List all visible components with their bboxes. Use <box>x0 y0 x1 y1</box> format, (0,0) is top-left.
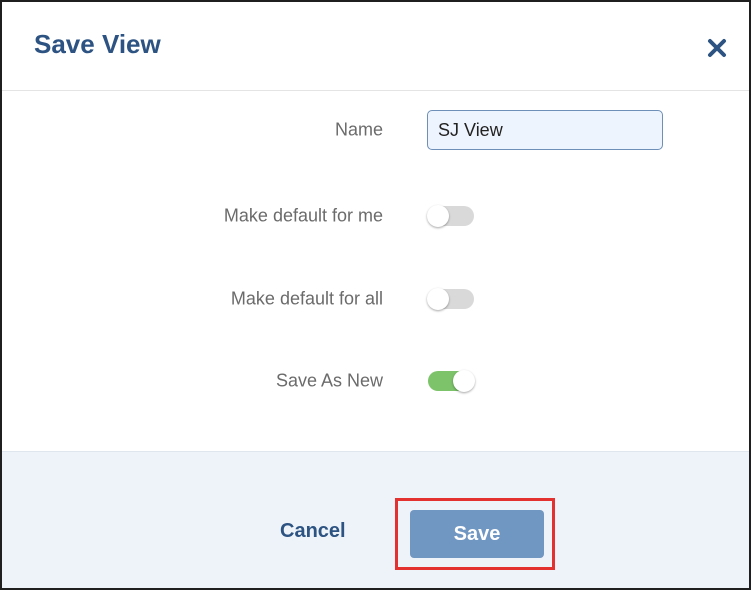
dialog-footer: Cancel Save <box>2 451 749 588</box>
name-input[interactable] <box>427 110 663 150</box>
toggle-knob <box>427 288 449 310</box>
default-for-me-toggle[interactable] <box>427 205 474 227</box>
toggle-knob <box>453 370 475 392</box>
close-icon[interactable] <box>705 36 729 60</box>
toggle-knob <box>427 205 449 227</box>
save-view-dialog: Save View Name Make default for me Make … <box>0 0 751 590</box>
dialog-title: Save View <box>34 29 161 59</box>
dialog-header: Save View <box>2 2 749 91</box>
save-as-new-toggle[interactable] <box>428 370 475 392</box>
default-for-all-row: Make default for all <box>2 277 749 321</box>
name-label: Name <box>334 119 383 140</box>
save-as-new-row: Save As New <box>2 359 749 403</box>
default-for-me-label: Make default for me <box>223 205 383 226</box>
dialog-body: Name Make default for me Make default fo… <box>2 91 749 451</box>
name-row: Name <box>2 108 749 152</box>
cancel-button[interactable]: Cancel <box>280 520 346 543</box>
save-as-new-label: Save As New <box>275 370 383 391</box>
save-button[interactable]: Save <box>410 510 544 558</box>
default-for-all-label: Make default for all <box>230 288 383 309</box>
default-for-all-toggle[interactable] <box>427 288 474 310</box>
default-for-me-row: Make default for me <box>2 194 749 238</box>
